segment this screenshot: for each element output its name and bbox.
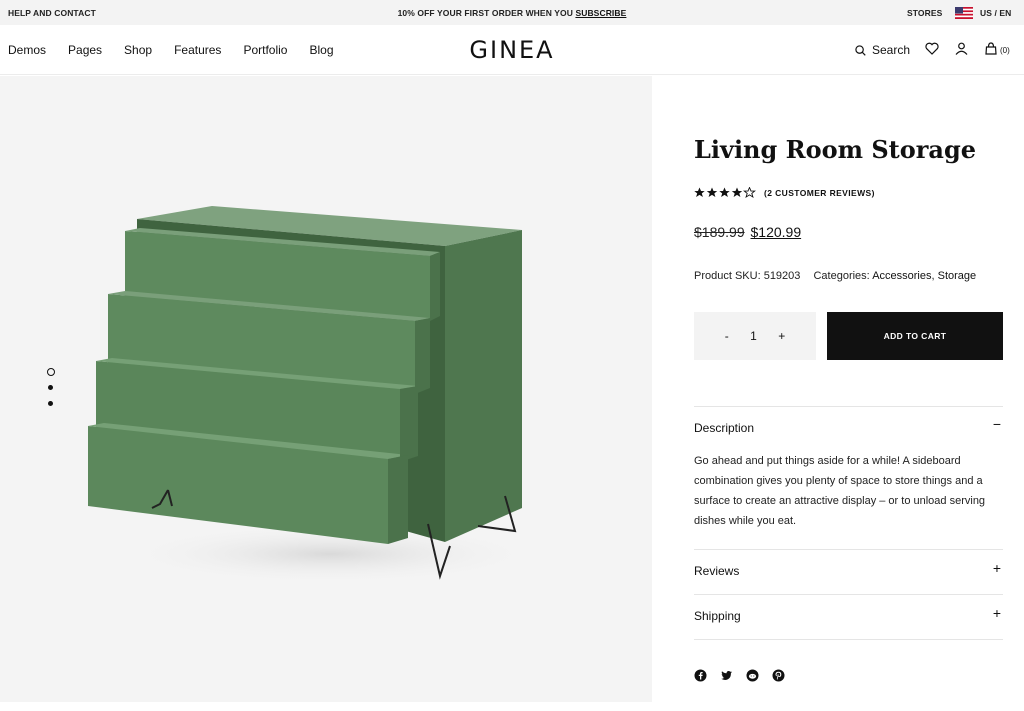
qty-decrease-button[interactable]: - <box>725 329 729 343</box>
subscribe-link[interactable]: SUBSCRIBE <box>575 8 626 18</box>
qty-input[interactable]: 1 <box>750 329 757 343</box>
product-meta: Product SKU: 519203 Categories: Accessor… <box>694 270 976 282</box>
header-actions: Search <box>855 43 910 57</box>
top-bar: HELP AND CONTACT 10% OFF YOUR FIRST ORDE… <box>0 0 1024 25</box>
product-gallery[interactable] <box>0 76 652 702</box>
account-user-icon[interactable] <box>955 42 968 55</box>
add-to-cart-button[interactable]: ADD TO CART <box>827 312 1003 360</box>
accordion-description-title[interactable]: Description <box>694 421 754 435</box>
stores-link[interactable]: STORES <box>907 8 942 18</box>
cart-count: (0) <box>1000 46 1010 55</box>
twitter-icon[interactable] <box>720 669 733 682</box>
accordion-reviews-title[interactable]: Reviews <box>694 564 739 578</box>
locale-selector[interactable]: US / EN <box>980 8 1011 18</box>
wishlist-heart-icon[interactable] <box>925 42 939 55</box>
main-header: Demos Pages Shop Features Portfolio Blog… <box>0 25 1024 75</box>
search-icon <box>855 44 866 56</box>
product-rating: (2 CUSTOMER REVIEWS) <box>694 187 875 198</box>
qty-increase-button[interactable]: + <box>778 329 785 343</box>
product-title: Living Room Storage <box>694 135 977 164</box>
facebook-icon[interactable] <box>694 669 707 682</box>
categories-label: Categories: <box>813 270 870 282</box>
divider <box>694 639 1003 640</box>
gallery-dot-2[interactable] <box>48 385 53 390</box>
customer-reviews-link[interactable]: (2 CUSTOMER REVIEWS) <box>764 188 875 198</box>
rating-stars-icon <box>694 187 756 198</box>
product-description: Go ahead and put things aside for a whil… <box>694 455 986 527</box>
gallery-dot-1[interactable] <box>46 368 55 376</box>
search-label: Search <box>872 43 911 57</box>
product-price: $189.99 $120.99 <box>694 224 801 240</box>
dresser-product-image <box>88 206 540 584</box>
old-price: $189.99 <box>694 224 745 240</box>
divider <box>694 406 1003 407</box>
reddit-icon[interactable] <box>746 669 759 682</box>
promo-banner: 10% OFF YOUR FIRST ORDER WHEN YOU SUBSCR… <box>0 8 1024 18</box>
sale-price: $120.99 <box>750 224 802 240</box>
quantity-stepper: - 1 + <box>694 312 816 360</box>
divider <box>694 594 1003 595</box>
gallery-dot-3[interactable] <box>48 401 53 406</box>
collapse-minus-icon[interactable]: − <box>993 416 1001 432</box>
pinterest-icon[interactable] <box>772 669 785 682</box>
product-sku: Product SKU: 519203 <box>694 270 801 282</box>
us-flag-icon[interactable] <box>955 7 973 19</box>
social-share <box>694 669 798 682</box>
category-link-storage[interactable]: Storage <box>938 270 977 282</box>
category-link-accessories[interactable]: Accessories <box>872 270 931 282</box>
search-button[interactable]: Search <box>855 43 910 57</box>
promo-text: 10% OFF YOUR FIRST ORDER WHEN YOU <box>397 8 576 18</box>
shopping-bag-icon[interactable] <box>985 42 997 55</box>
accordion-shipping-title[interactable]: Shipping <box>694 609 741 623</box>
expand-plus-icon[interactable]: + <box>993 560 1001 576</box>
divider <box>694 549 1003 550</box>
expand-plus-icon[interactable]: + <box>993 605 1001 621</box>
